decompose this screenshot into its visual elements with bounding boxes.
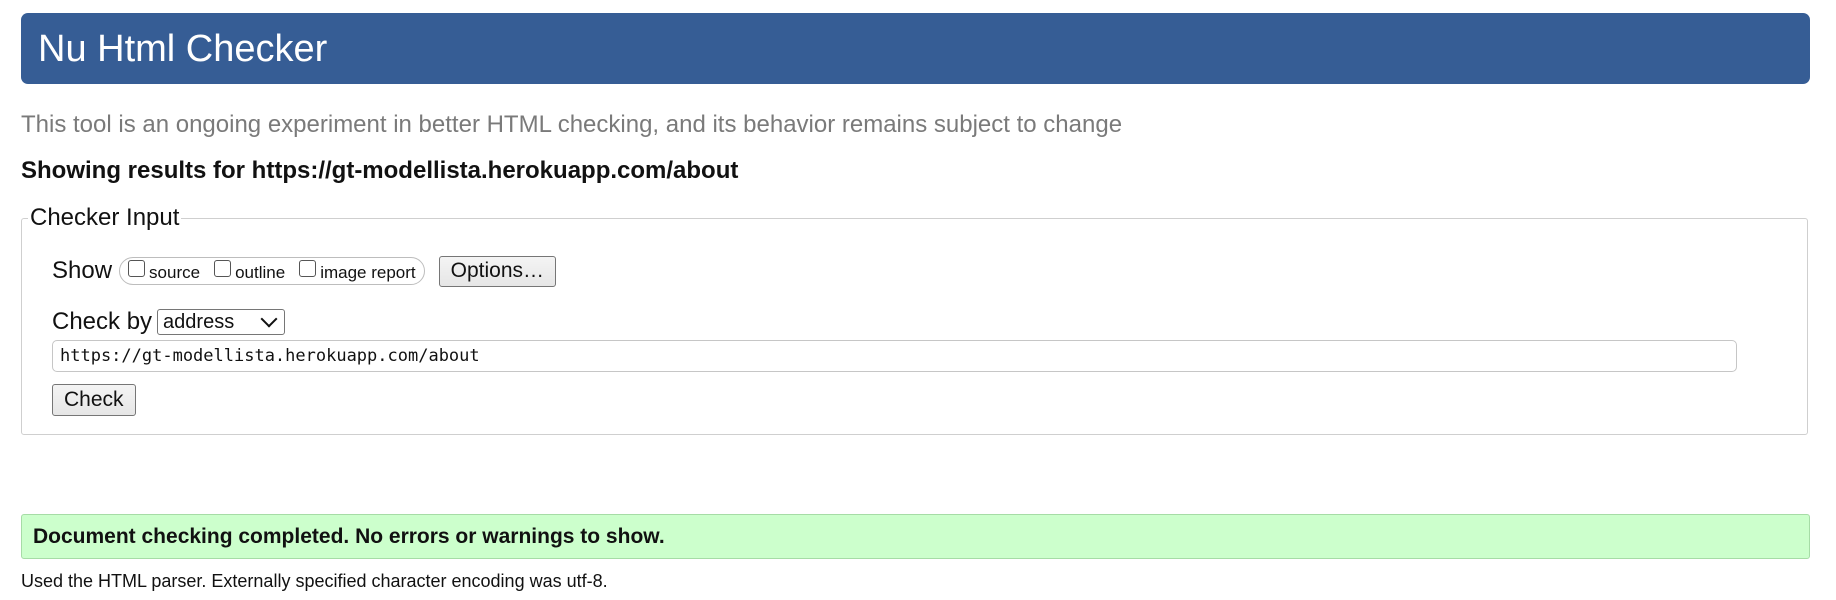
check-by-label: Check by	[52, 308, 153, 335]
parser-note: Used the HTML parser. Externally specifi…	[21, 571, 608, 591]
checker-input-legend: Checker Input	[28, 204, 182, 231]
outline-checkbox-label: outline	[235, 263, 286, 282]
page: Nu Html Checker This tool is an ongoing …	[0, 0, 1836, 600]
chevron-down-icon	[260, 310, 278, 328]
outline-checkbox[interactable]	[214, 259, 232, 277]
show-label: Show	[52, 257, 113, 284]
image-report-checkbox-label: image report	[320, 263, 416, 282]
url-input-value: https://gt-modellista.herokuapp.com/abou…	[60, 346, 480, 366]
tool-subtitle: This tool is an ongoing experiment in be…	[21, 111, 1123, 138]
show-option-image-report[interactable]: image report	[299, 259, 416, 282]
check-button[interactable]: Check	[52, 384, 136, 416]
source-checkbox[interactable]	[128, 259, 146, 277]
success-message: Document checking completed. No errors o…	[21, 514, 1810, 559]
page-title: Nu Html Checker	[38, 28, 328, 70]
results-heading: Showing results for https://gt-modellist…	[21, 157, 739, 184]
url-input[interactable]: https://gt-modellista.herokuapp.com/abou…	[52, 340, 1737, 372]
header-banner: Nu Html Checker	[21, 13, 1810, 84]
checker-input-fieldset	[21, 218, 1808, 435]
show-option-outline[interactable]: outline	[214, 259, 286, 282]
check-by-selected-value: address	[163, 310, 235, 333]
image-report-checkbox[interactable]	[299, 259, 317, 277]
check-by-row: Check by address	[52, 308, 286, 336]
options-button[interactable]: Options…	[438, 255, 556, 287]
show-options-group: source outline image report	[119, 257, 425, 285]
show-row: Show source outline image report Options…	[52, 255, 556, 287]
check-by-select[interactable]: address	[157, 309, 286, 335]
show-option-source[interactable]: source	[128, 259, 201, 282]
source-checkbox-label: source	[149, 263, 201, 282]
